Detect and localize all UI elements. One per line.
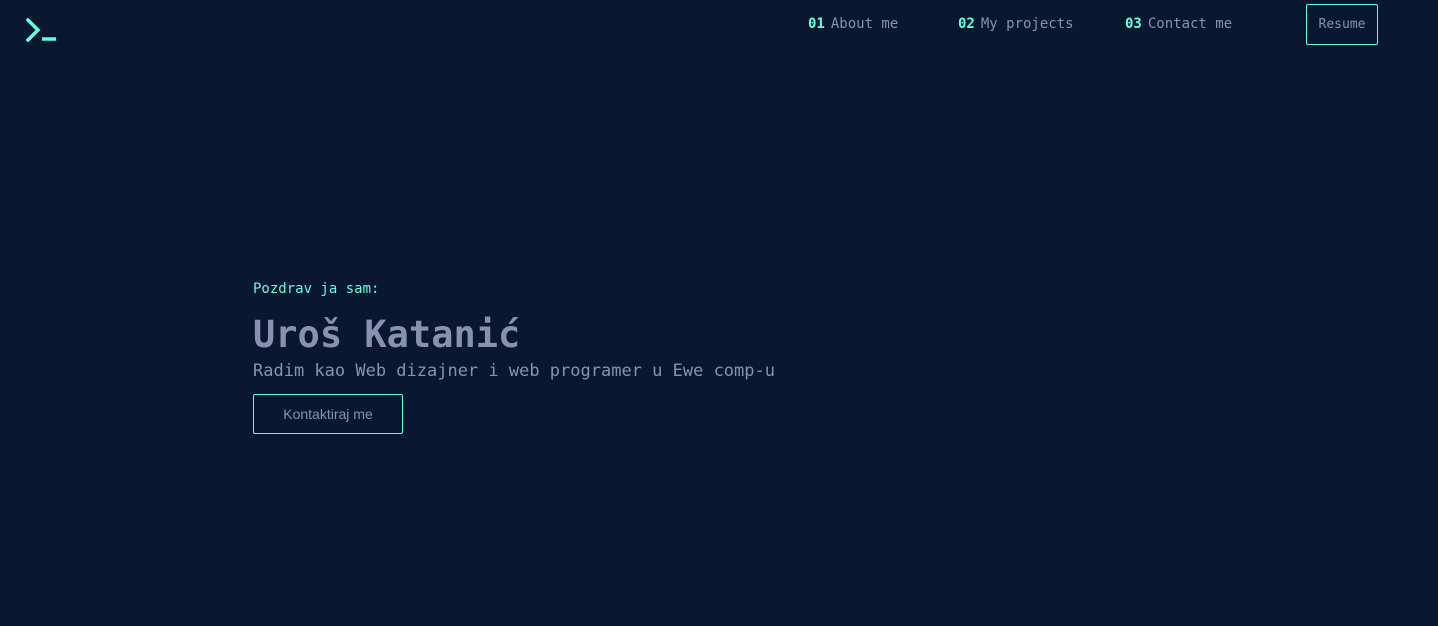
main-nav: 01 About me 02 My projects 03 Contact me Re… [0,0,1438,56]
nav-item-my-projects[interactable]: 02 My projects [958,15,1074,33]
resume-button[interactable]: Resume [1306,4,1378,45]
contact-me-button[interactable]: Kontaktiraj me [253,394,403,434]
nav-item-number: 01 [808,16,825,32]
hero-name: Uroš Katanić [253,313,521,356]
hero-section: Pozdrav ja sam: Uroš Katanić Radim kao W… [253,278,775,434]
hero-tagline: Radim kao Web dizajner i web programer u… [253,361,775,381]
nav-item-label: About me [830,16,899,32]
nav-item-about-me[interactable]: 01 About me [808,15,898,33]
hero-greeting: Pozdrav ja sam: [253,281,380,297]
nav-item-label: My projects [980,16,1074,32]
nav-item-number: 02 [958,16,975,32]
nav-item-label: Contact me [1147,16,1233,32]
nav-item-contact-me[interactable]: 03 Contact me [1125,15,1232,33]
nav-item-number: 03 [1125,16,1142,32]
